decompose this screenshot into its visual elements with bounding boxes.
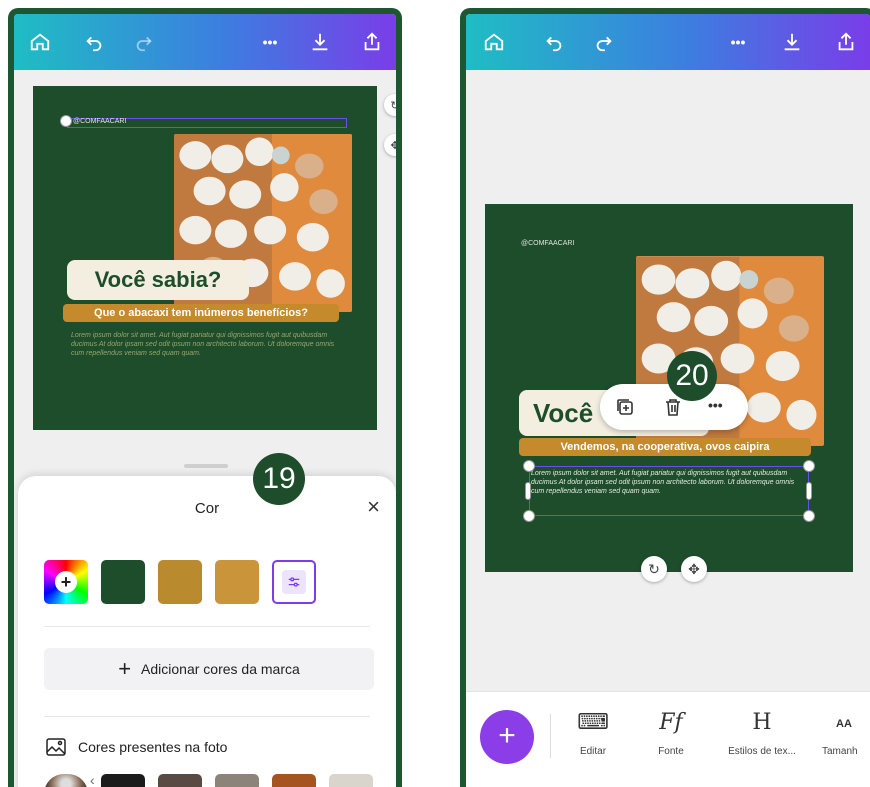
color-swatch-gold[interactable]: [215, 560, 259, 604]
color-panel: Cor × + + Adicionar cores da marca Cores…: [18, 476, 396, 787]
color-panel-title: Cor: [194, 500, 220, 517]
resize-handle-top-right[interactable]: [803, 460, 815, 472]
trash-icon[interactable]: [662, 396, 684, 418]
top-toolbar: •••: [466, 14, 870, 70]
image-icon: [46, 738, 66, 756]
close-icon[interactable]: ×: [367, 494, 380, 520]
heading-icon: H: [752, 710, 772, 735]
color-swatch-dark-green[interactable]: [101, 560, 145, 604]
resize-handle-top-left[interactable]: [523, 460, 535, 472]
photo-color-swatch-light[interactable]: [329, 774, 373, 787]
photo-color-swatch-rust[interactable]: [272, 774, 316, 787]
resize-handle-right[interactable]: [806, 482, 812, 500]
sheet-grab-handle[interactable]: [184, 464, 228, 468]
redo-icon[interactable]: [130, 28, 158, 56]
step-badge: 20: [667, 351, 717, 401]
rotate-icon[interactable]: ↻: [641, 556, 667, 582]
text-size-icon: AA: [836, 718, 852, 730]
home-icon[interactable]: [480, 28, 508, 56]
photo-color-swatch-gray[interactable]: [215, 774, 259, 787]
keyboard-icon: ⌨: [577, 710, 609, 735]
divider: [44, 626, 370, 627]
tool-fonte[interactable]: Ff Fonte: [636, 710, 706, 757]
photo-color-swatch-brown[interactable]: [158, 774, 202, 787]
more-options-icon[interactable]: •••: [256, 28, 284, 56]
tool-editar[interactable]: ⌨ Editar: [558, 710, 628, 757]
add-button[interactable]: +: [480, 710, 534, 764]
bottom-toolbar: + ⌨ Editar Ff Fonte H Estilos de tex... …: [466, 691, 870, 787]
tool-estilos-label: Estilos de tex...: [728, 746, 796, 757]
canvas-handle-text: @COMFAACARI: [73, 118, 127, 125]
tool-editar-label: Editar: [579, 746, 607, 757]
canvas-title[interactable]: Você sabia?: [67, 260, 249, 300]
photo-color-swatch-black[interactable]: [101, 774, 145, 787]
undo-icon[interactable]: [540, 28, 568, 56]
add-brand-colors-label: Adicionar cores da marca: [141, 661, 300, 677]
more-options-icon[interactable]: •••: [724, 28, 752, 56]
add-color-swatch[interactable]: +: [44, 560, 88, 604]
color-swatch-mustard[interactable]: [158, 560, 202, 604]
duplicate-icon[interactable]: [614, 396, 636, 418]
tool-tamanho[interactable]: AA Tamanh: [822, 710, 870, 757]
tool-tamanho-label: Tamanh: [822, 746, 858, 757]
selection-handle[interactable]: [60, 115, 72, 127]
step-badge: 19: [253, 453, 305, 505]
color-picker-button[interactable]: [272, 560, 316, 604]
design-canvas[interactable]: @COMFAACARI Você sabia? Que o abacaxi te…: [33, 86, 377, 430]
font-icon: Ff: [659, 710, 683, 735]
share-icon[interactable]: [832, 28, 860, 56]
canvas-subtitle[interactable]: Que o abacaxi tem inúmeros benefícios?: [63, 304, 339, 322]
plus-icon: +: [55, 571, 77, 593]
move-icon[interactable]: ✥: [384, 134, 396, 156]
plus-icon: +: [118, 656, 132, 681]
move-icon[interactable]: ✥: [681, 556, 707, 582]
tool-estilos[interactable]: H Estilos de tex...: [720, 710, 804, 757]
canvas-subtitle[interactable]: Vendemos, na cooperativa, ovos caipira: [519, 438, 811, 456]
sliders-icon: [282, 570, 306, 594]
redo-icon[interactable]: [590, 28, 618, 56]
divider: [550, 714, 551, 758]
undo-icon[interactable]: [80, 28, 108, 56]
canvas-body-text[interactable]: Lorem ipsum dolor sit amet. Aut fugiat p…: [531, 470, 807, 496]
left-phone-screen: ••• @COMFAACARI Você sabia? Que o abacax…: [8, 8, 402, 787]
chevron-left-icon[interactable]: ‹: [90, 772, 95, 787]
more-icon[interactable]: •••: [708, 397, 723, 413]
resize-handle-bottom-right[interactable]: [803, 510, 815, 522]
share-icon[interactable]: [358, 28, 386, 56]
download-icon[interactable]: [778, 28, 806, 56]
photo-colors-title: Cores presentes na foto: [78, 739, 228, 755]
tool-fonte-label: Fonte: [658, 746, 684, 757]
right-phone-screen: ••• @COMFAACARI Você Vendemos, na cooper…: [460, 8, 870, 787]
home-icon[interactable]: [26, 28, 54, 56]
resize-handle-left[interactable]: [525, 482, 531, 500]
add-brand-colors-button[interactable]: + Adicionar cores da marca: [44, 648, 374, 690]
resize-handle-bottom-left[interactable]: [523, 510, 535, 522]
canvas-body-text[interactable]: Lorem ipsum dolor sit amet. Aut fugiat p…: [71, 332, 337, 358]
divider: [44, 716, 370, 717]
rotate-icon[interactable]: ↻: [384, 94, 396, 116]
photo-thumbnail[interactable]: [44, 774, 88, 787]
canvas-handle-text: @COMFAACARI: [521, 240, 575, 247]
top-toolbar: •••: [14, 14, 396, 70]
download-icon[interactable]: [306, 28, 334, 56]
